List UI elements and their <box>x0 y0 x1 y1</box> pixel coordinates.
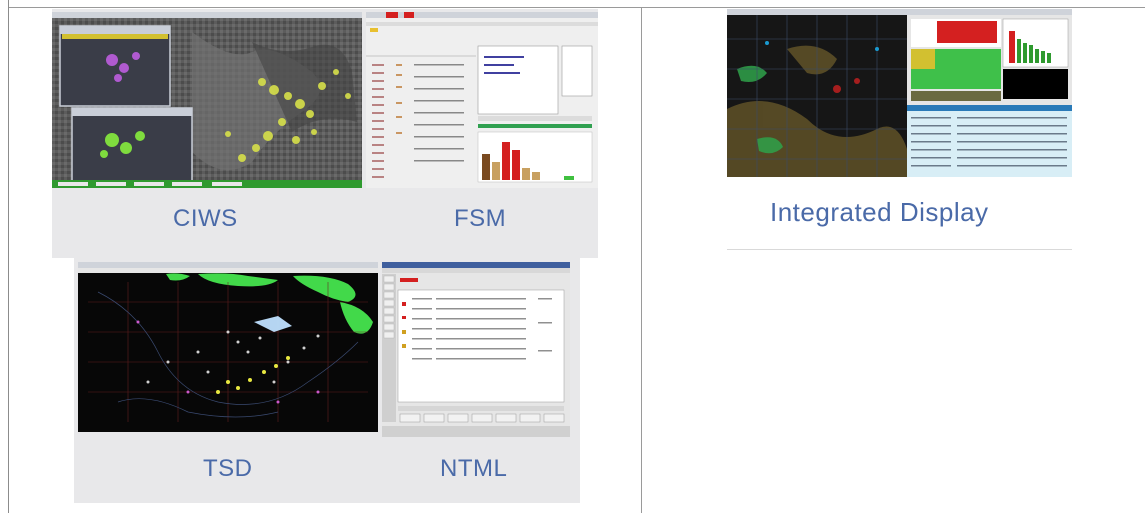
integrated-display-graphic <box>727 9 1072 177</box>
fsm-ui-graphic <box>366 12 598 188</box>
ntml-screenshot <box>382 262 570 437</box>
ciws-map-graphic <box>52 12 362 188</box>
tsd-caption: TSD <box>203 455 253 482</box>
integrated-display-underline <box>727 249 1072 250</box>
tsd-map-graphic <box>78 262 378 432</box>
ntml-ui-graphic <box>382 262 570 437</box>
ciws-caption: CIWS <box>173 205 238 232</box>
table-column-divider <box>641 7 642 513</box>
fsm-screenshot <box>366 12 598 188</box>
fsm-caption: FSM <box>454 205 507 232</box>
tsd-screenshot <box>78 262 378 432</box>
ntml-caption: NTML <box>440 455 508 482</box>
table-top-border <box>9 7 1145 8</box>
ciws-screenshot <box>52 12 362 188</box>
integrated-display-caption: Integrated Display <box>770 197 989 227</box>
integrated-display-screenshot <box>727 9 1072 177</box>
